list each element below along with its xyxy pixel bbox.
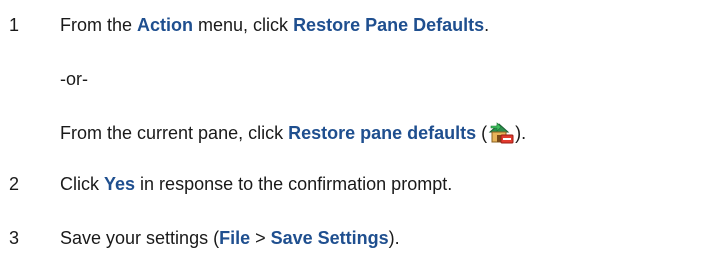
step-text-part: From the current pane, click: [60, 123, 289, 143]
step-text-part: From the: [60, 15, 138, 35]
step-text: Click Yes in response to the confirmatio…: [60, 171, 452, 197]
step-text-part: (: [476, 123, 488, 143]
restore-pane-defaults-icon: [488, 121, 514, 145]
step-text: Save your settings (File > Save Settings…: [60, 225, 400, 251]
step-text: From the Action menu, click Restore Pane…: [60, 12, 489, 38]
save-settings-label: Save Settings: [270, 228, 389, 248]
step-number: 3: [9, 228, 20, 248]
step-text-part: >: [250, 228, 271, 248]
step-text-part: Click: [60, 174, 104, 194]
step-number: 1: [9, 15, 20, 35]
file-menu-label: File: [219, 228, 251, 248]
step-text-part: menu, click: [193, 15, 294, 35]
restore-pane-defaults-menu-item: Restore Pane Defaults: [293, 15, 485, 35]
step-text-part: in response to the confirmation prompt.: [135, 174, 453, 194]
instruction-steps: 1 From the Action menu, click Restore Pa…: [0, 0, 705, 260]
action-menu-label: Action: [137, 15, 194, 35]
or-text: -or-: [60, 69, 88, 89]
step-number: 2: [9, 174, 20, 194]
step-text-part: Save your settings (: [60, 228, 220, 248]
yes-label: Yes: [104, 174, 136, 194]
step-text-part: ).: [388, 228, 400, 248]
step-text-part: ).: [515, 123, 527, 143]
restore-pane-defaults-label: Restore pane defaults: [288, 123, 477, 143]
step-text-part: .: [484, 15, 490, 35]
step-text: From the current pane, click Restore pan…: [60, 120, 526, 146]
